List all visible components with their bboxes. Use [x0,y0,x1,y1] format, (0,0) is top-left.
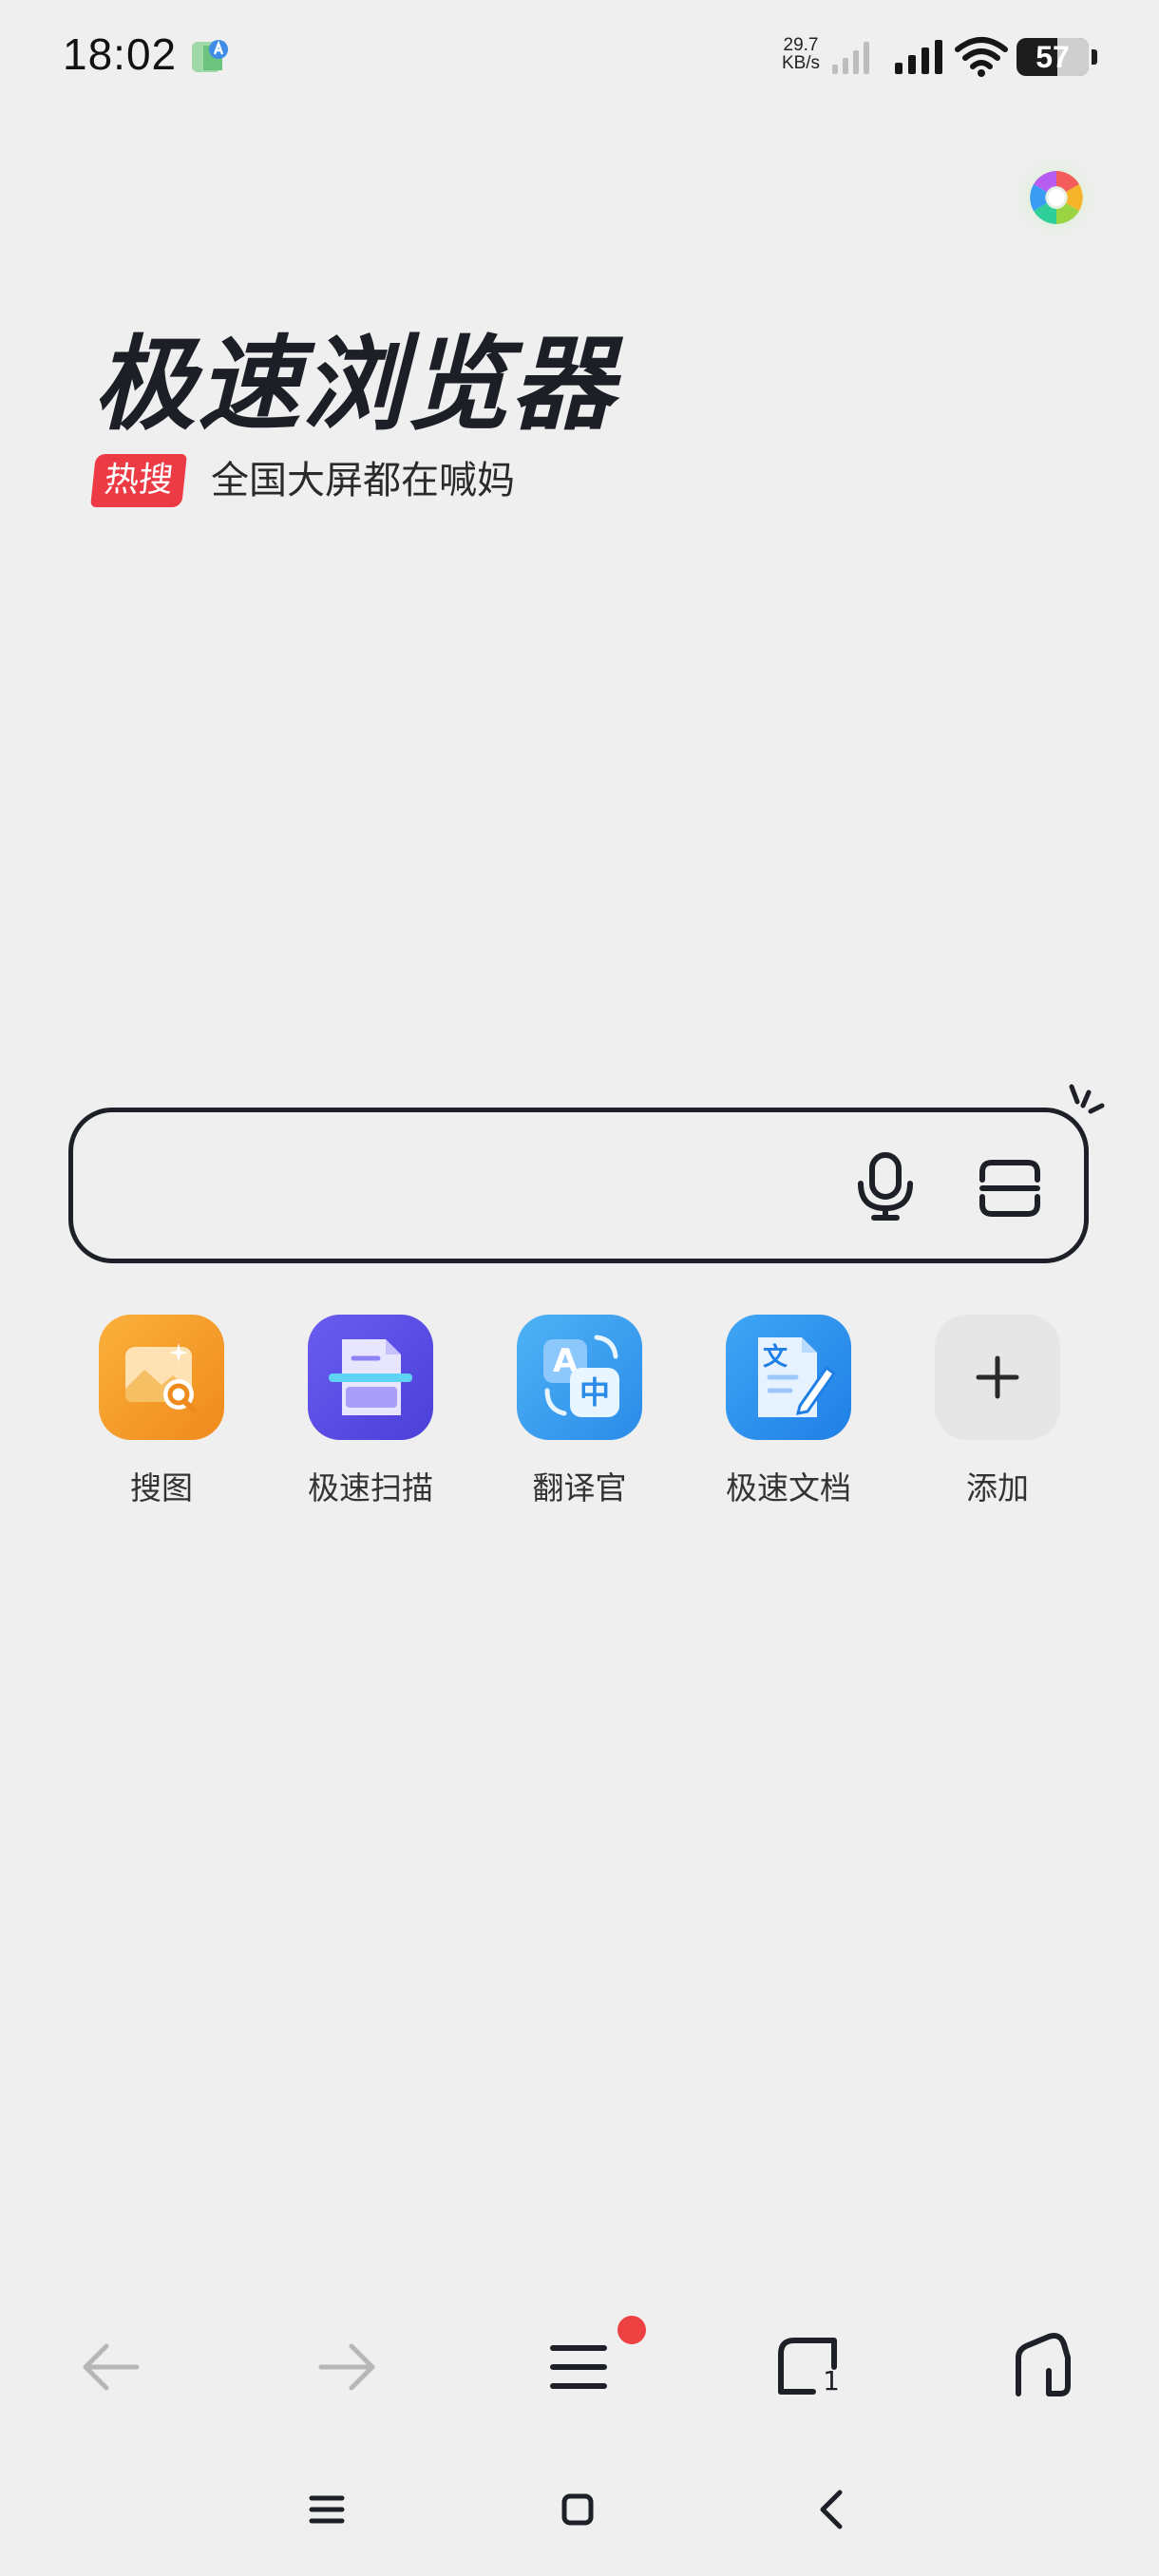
scan-icon[interactable] [978,1159,1041,1218]
plus-icon [935,1315,1060,1440]
microphone-icon[interactable] [853,1151,918,1222]
shortcut-image-search[interactable]: 搜图 [76,1315,247,1508]
shortcut-label: 添加 [966,1469,1029,1506]
net-speed-unit: KB/s [781,53,821,73]
shortcut-translate[interactable]: A 中 翻译官 [494,1315,665,1508]
net-speed-value: 29.7 [783,35,819,55]
shortcut-document-scan[interactable]: 极速扫描 [285,1315,456,1508]
translate-icon: A 中 [517,1315,642,1440]
image-search-icon [99,1315,224,1440]
document-scan-icon [308,1315,433,1440]
forward-arrow-icon[interactable] [310,2329,386,2405]
shortcut-label: 极速文档 [726,1469,851,1506]
shortcut-add[interactable]: 添加 [912,1315,1083,1508]
hot-search-text[interactable]: 全国大屏都在喊妈 [211,456,515,505]
signal-strong-icon [893,38,946,76]
battery-level: 57 [1036,40,1070,74]
colorful-assistant-icon[interactable] [1011,152,1102,243]
battery-icon: 57 [1016,38,1100,76]
shortcut-label: 搜图 [130,1469,193,1506]
doc-glyph: 文 [762,1343,788,1372]
home-icon[interactable] [1005,2329,1081,2405]
tabs-icon[interactable]: 1 [771,2329,847,2405]
shortcut-document-edit[interactable]: 文 极速文档 [703,1315,874,1508]
net-speed: 29.7 KB/s [777,36,825,72]
tabs-count: 1 [823,2365,840,2396]
document-edit-icon: 文 [726,1315,851,1440]
signal-weak-icon [830,38,876,76]
status-time: 18:02 [63,29,178,79]
sparkle-icon [1064,1083,1108,1121]
system-home-icon[interactable] [549,2481,606,2538]
shortcut-label: 极速扫描 [308,1469,433,1506]
back-arrow-icon[interactable] [72,2329,148,2405]
wifi-icon [954,36,1009,78]
app-notification-icon [190,36,232,78]
system-menu-icon[interactable] [298,2481,355,2538]
search-input[interactable] [111,1150,856,1222]
shortcut-label: 翻译官 [532,1469,627,1506]
hot-search-badge: 热搜 [90,454,187,507]
notification-dot [618,2316,646,2344]
menu-icon[interactable] [542,2329,618,2405]
brand-title: 极速浏览器 [93,326,617,445]
search-box[interactable] [68,1108,1089,1263]
system-back-icon[interactable] [804,2481,861,2538]
